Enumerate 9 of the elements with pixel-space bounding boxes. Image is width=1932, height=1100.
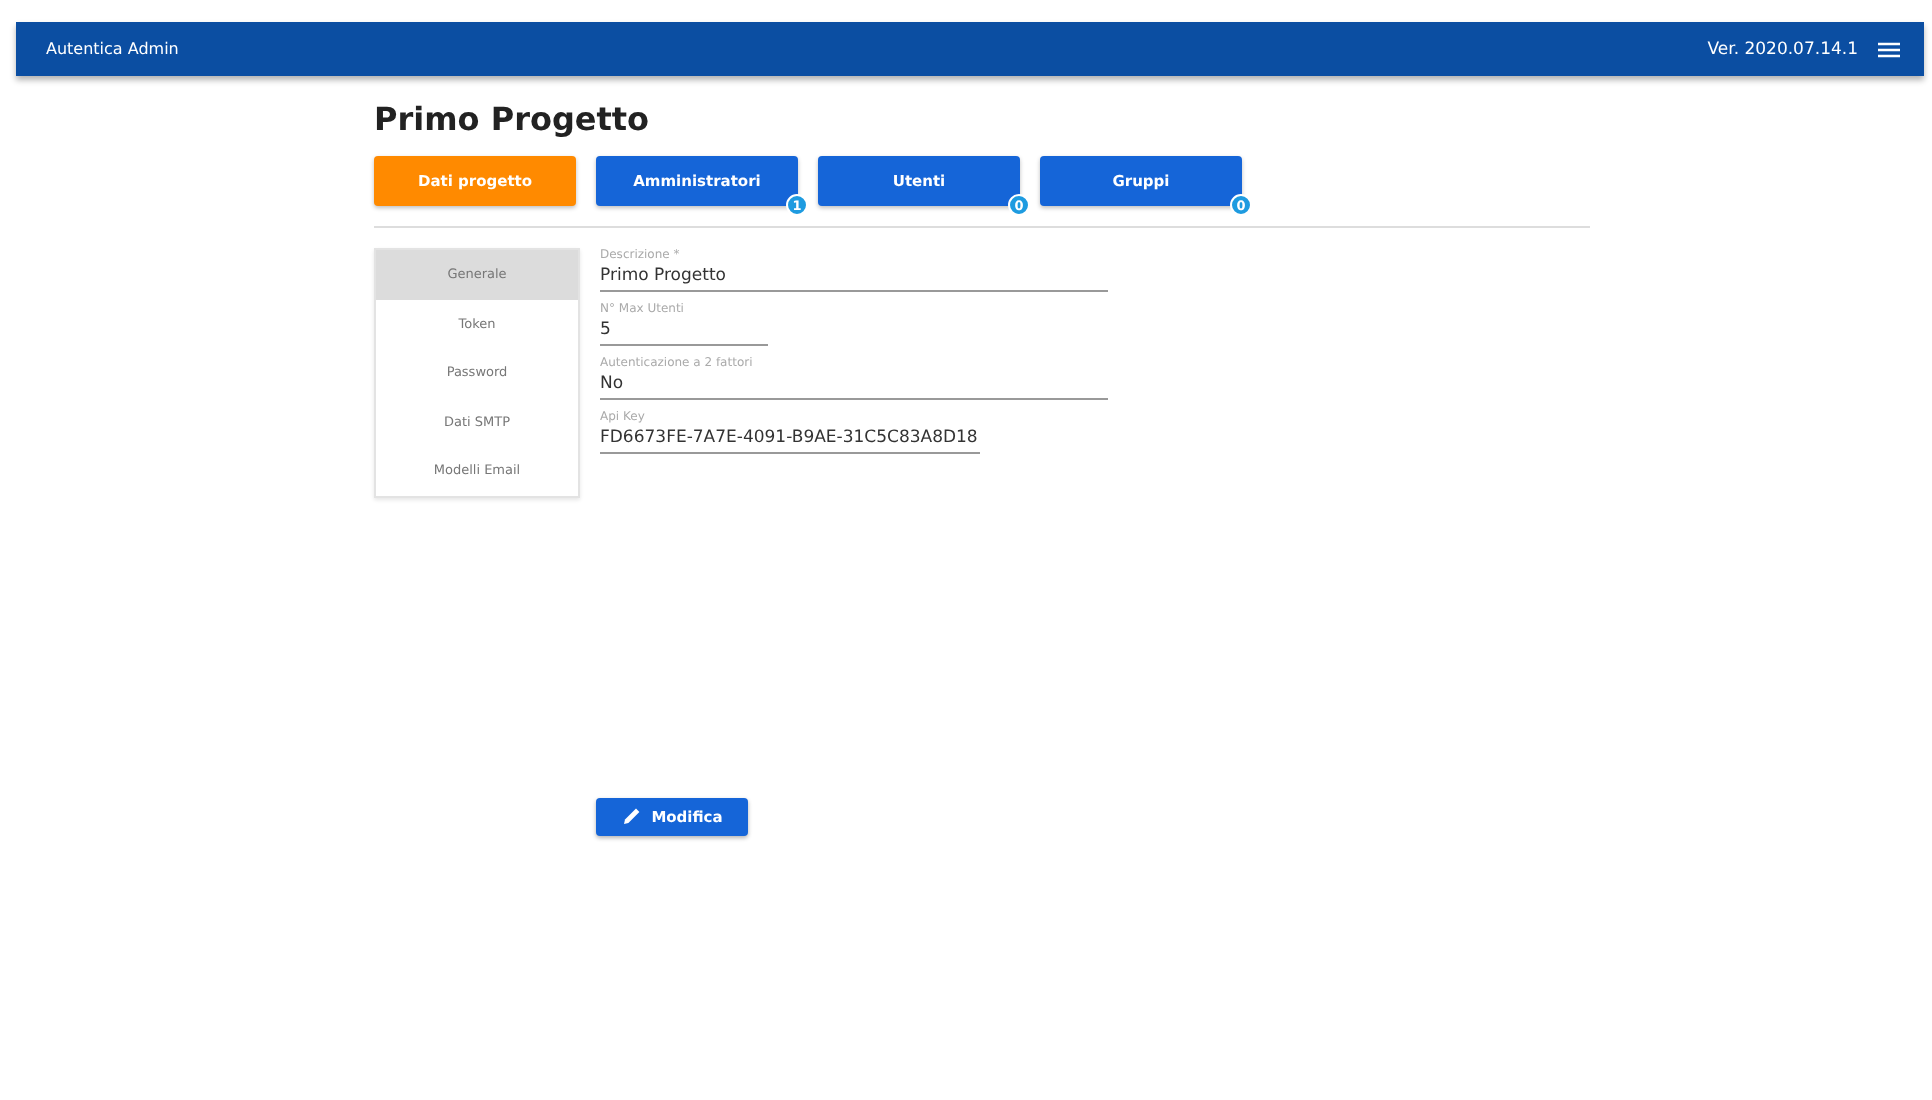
field-value: 5 bbox=[600, 320, 613, 340]
page-title: Primo Progetto bbox=[374, 100, 652, 138]
app-title: Autentica Admin bbox=[46, 40, 179, 58]
pencil-icon bbox=[621, 806, 642, 826]
version-label: Ver. 2020.07.14.1 bbox=[1707, 39, 1858, 59]
field-value: Primo Progetto bbox=[600, 266, 728, 286]
field-value: No bbox=[600, 374, 626, 394]
field-value: FD6673FE-7A7E-4091-B9AE-31C5C83A8D18 bbox=[600, 428, 980, 448]
menu-icon[interactable] bbox=[1878, 41, 1900, 57]
